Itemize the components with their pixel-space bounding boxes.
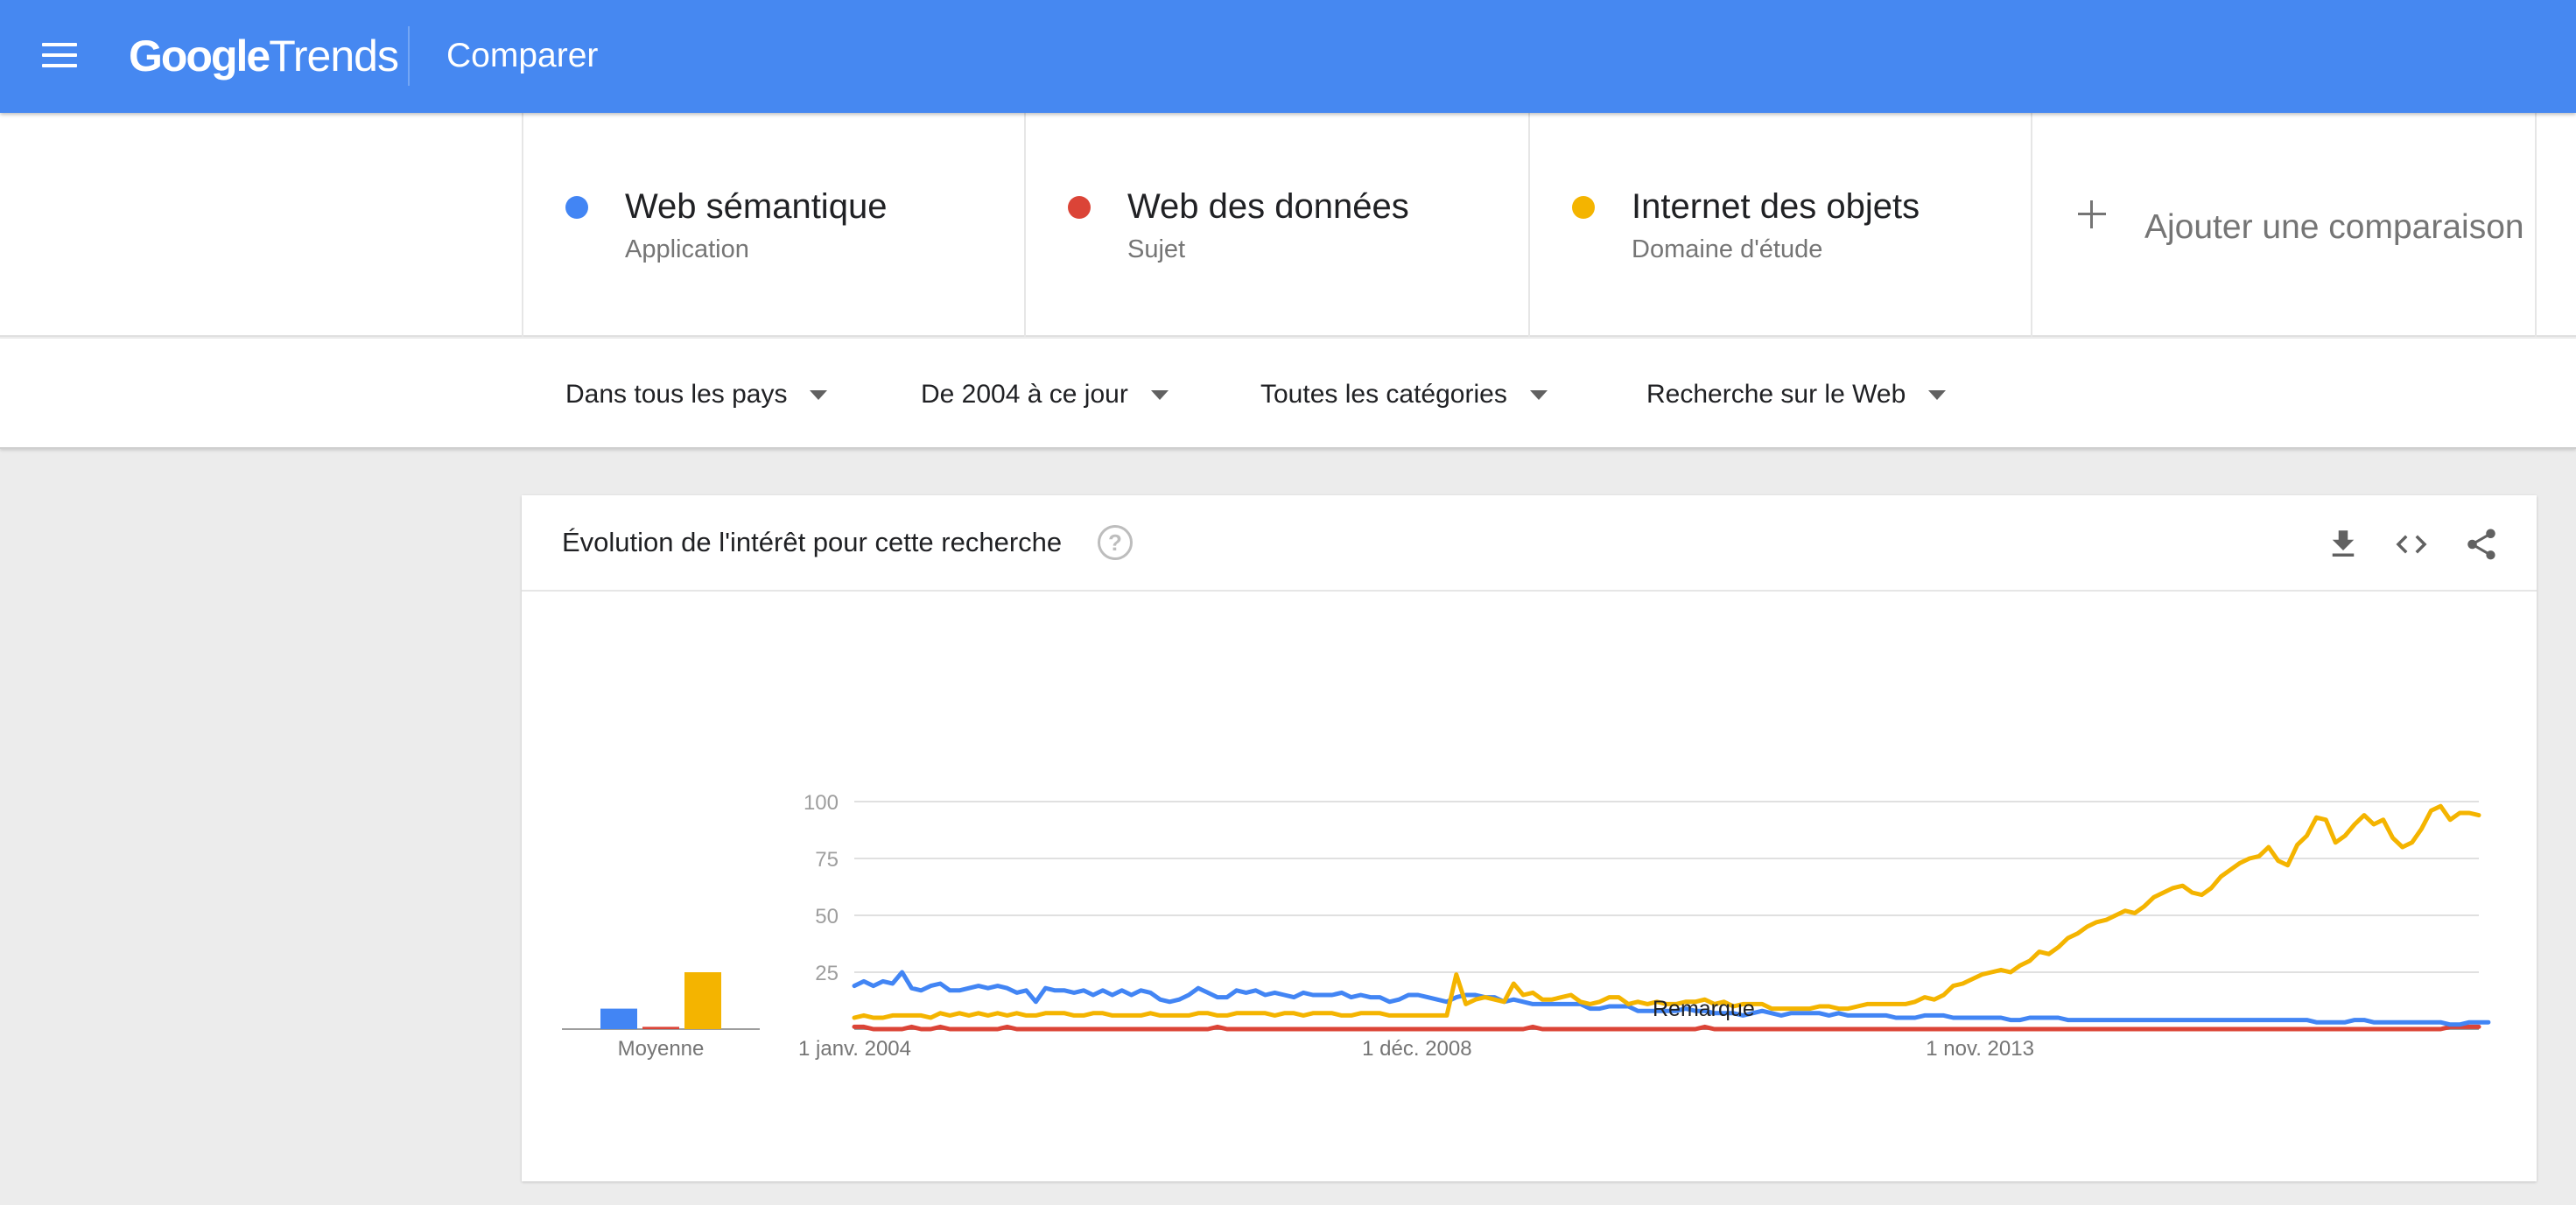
share-icon[interactable]: [2463, 526, 2500, 563]
average-bar-1: [600, 1008, 637, 1029]
search-term-1[interactable]: Web sémantique Application: [522, 113, 1024, 337]
dropdown-arrow-icon: [1928, 389, 1947, 400]
filter-category-dropdown[interactable]: Toutes les catégories: [1260, 379, 1548, 410]
series-line-3: [852, 803, 2481, 1020]
filter-region-dropdown[interactable]: Dans tous les pays: [565, 379, 828, 410]
add-comparison-button[interactable]: Ajouter une comparaison: [2031, 113, 2537, 337]
plus-icon: [2078, 200, 2106, 228]
series-line-2: [852, 1024, 2481, 1032]
average-bar-3: [684, 972, 721, 1029]
comparison-bar: Web sémantique Application Web des donné…: [0, 113, 2576, 337]
remark-annotation[interactable]: Remarque: [1653, 996, 1755, 1022]
x-tick-label: 1 janv. 2004: [798, 1037, 911, 1061]
y-tick-label: 75: [815, 848, 839, 872]
logo-google-text: Google: [129, 32, 270, 81]
interest-over-time-card: Évolution de l'intérêt pour cette recher…: [522, 495, 2537, 1181]
term-color-dot: [1572, 196, 1595, 219]
interest-chart: 100 75 50 25 1 janv. 2004 1 déc. 2008 1 nov. 2…: [562, 791, 2491, 1061]
logo-trends-text: Trends: [269, 32, 399, 81]
term-name: Internet des objets: [1632, 187, 1920, 226]
filter-label: Recherche sur le Web: [1646, 380, 1906, 409]
card-header: Évolution de l'intérêt pour cette recher…: [522, 495, 2537, 592]
term-name: Web des données: [1127, 187, 1409, 226]
x-tick-label: 1 déc. 2008: [1362, 1037, 1471, 1061]
google-trends-logo[interactable]: GoogleTrends: [129, 30, 399, 82]
y-tick-label: 100: [804, 791, 839, 815]
filter-bar: Dans tous les pays De 2004 à ce jour Tou…: [0, 339, 2576, 449]
filter-label: Toutes les catégories: [1260, 380, 1507, 409]
search-term-3[interactable]: Internet des objets Domaine d'étude: [1528, 113, 2031, 337]
term-type: Sujet: [1127, 235, 1186, 263]
dropdown-arrow-icon: [810, 389, 828, 400]
y-tick-label: 50: [815, 905, 839, 928]
app-header: GoogleTrends Comparer: [0, 0, 2576, 113]
filter-label: De 2004 à ce jour: [921, 380, 1128, 409]
filter-time-range-dropdown[interactable]: De 2004 à ce jour: [921, 379, 1169, 410]
search-term-2[interactable]: Web des données Sujet: [1024, 113, 1528, 337]
help-icon[interactable]: ?: [1098, 525, 1133, 560]
dropdown-arrow-icon: [1150, 389, 1169, 400]
term-color-dot: [565, 196, 588, 219]
menu-icon[interactable]: [42, 43, 77, 67]
header-divider: [408, 26, 410, 86]
term-color-dot: [1068, 196, 1091, 219]
average-bar-2: [642, 1026, 679, 1029]
filter-label: Dans tous les pays: [565, 380, 788, 409]
term-type: Domaine d'étude: [1632, 235, 1823, 263]
page-title: Comparer: [446, 37, 599, 74]
average-label: Moyenne: [618, 1037, 705, 1061]
term-type: Application: [625, 235, 749, 263]
embed-code-icon[interactable]: [2393, 526, 2430, 563]
download-icon[interactable]: [2325, 526, 2362, 563]
y-tick-label: 25: [815, 962, 839, 985]
filter-search-type-dropdown[interactable]: Recherche sur le Web: [1646, 379, 1947, 410]
x-tick-label: 1 nov. 2013: [1926, 1037, 2034, 1061]
card-title: Évolution de l'intérêt pour cette recher…: [562, 527, 1063, 557]
add-comparison-label: Ajouter une comparaison: [2144, 208, 2524, 246]
term-name: Web sémantique: [625, 187, 888, 226]
dropdown-arrow-icon: [1529, 389, 1548, 400]
